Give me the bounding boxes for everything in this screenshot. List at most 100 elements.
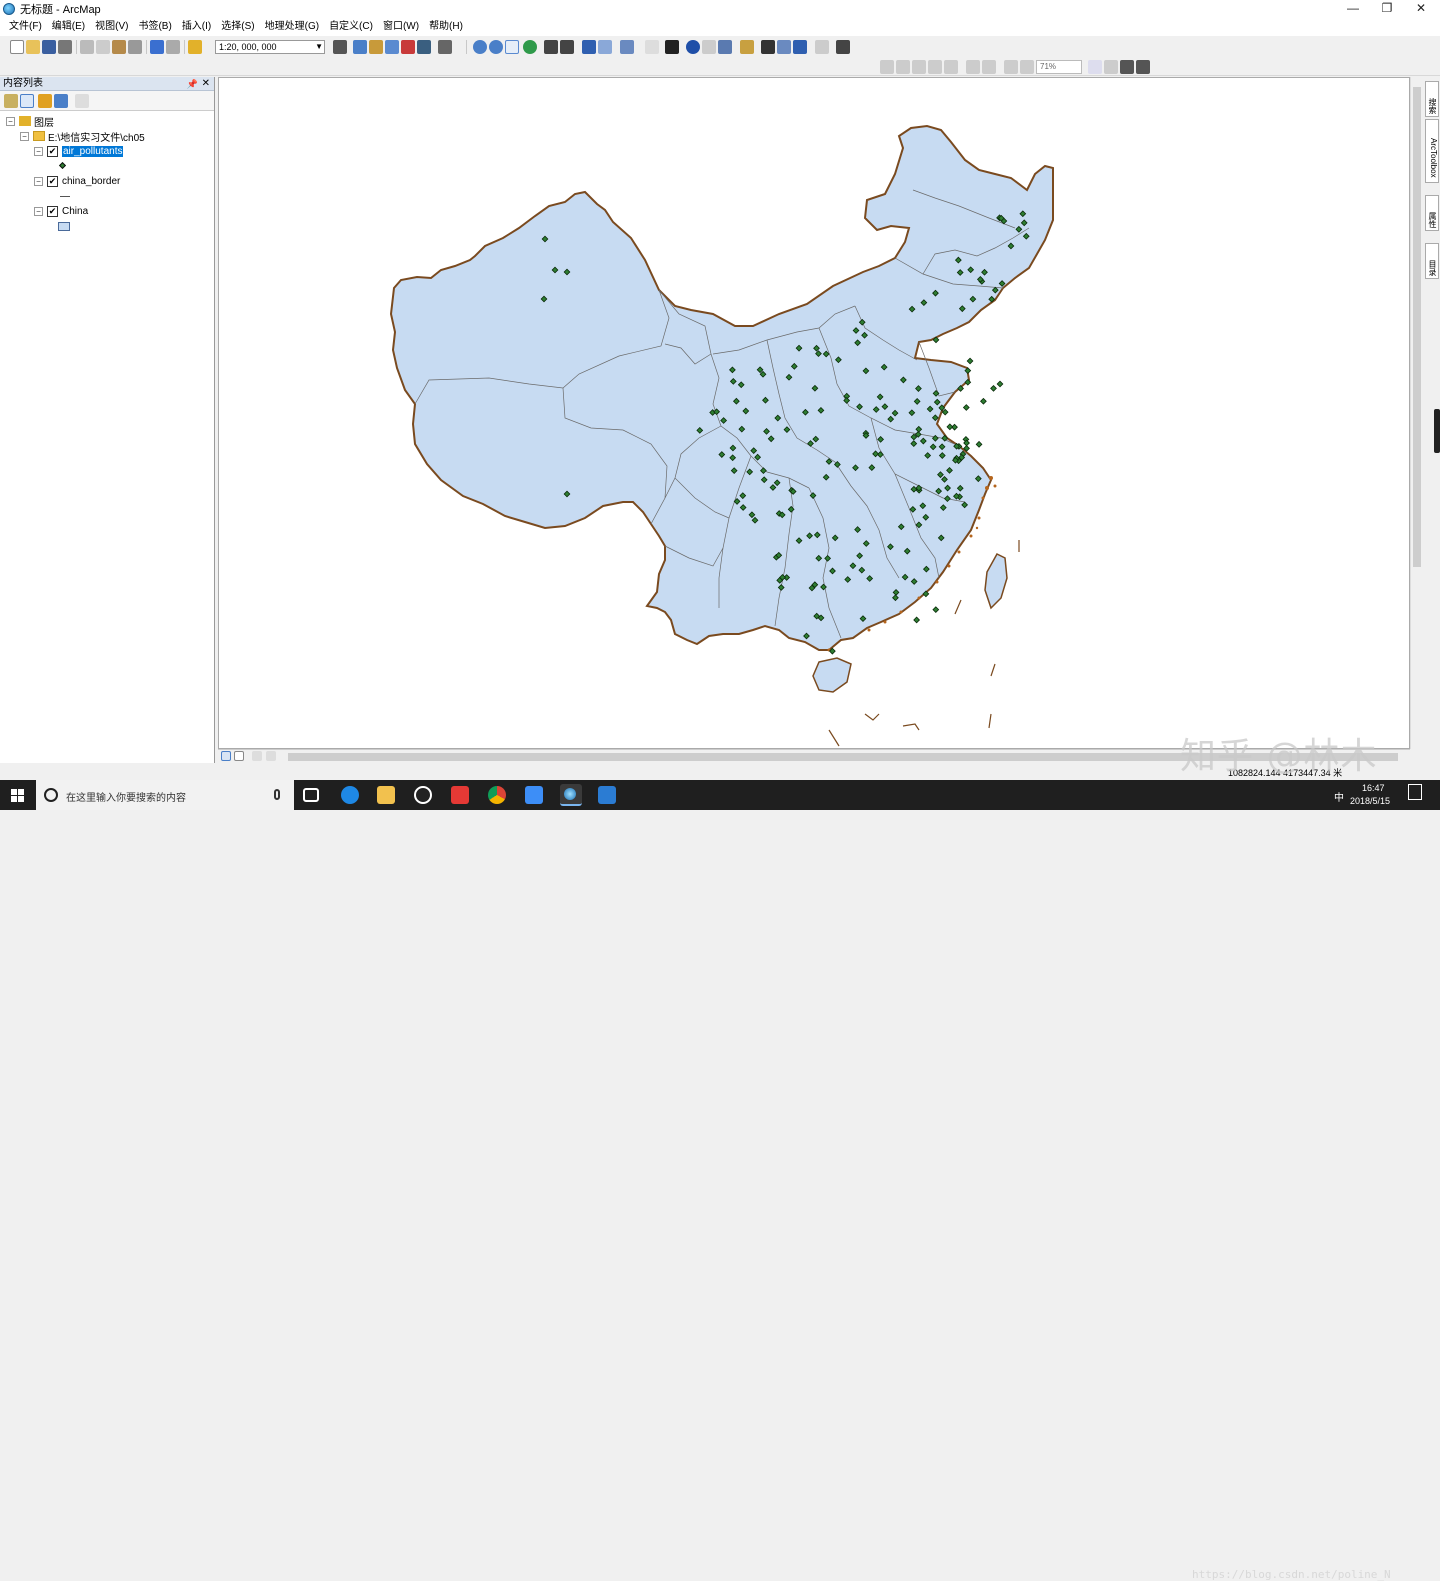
- layout-zoom-in-icon[interactable]: [880, 60, 894, 74]
- dock-tab-properties[interactable]: 属性: [1425, 195, 1439, 231]
- menu-insert[interactable]: 插入(I): [177, 18, 216, 36]
- layer-row-air-pollutants[interactable]: − ✔ air_pollutants: [34, 144, 124, 158]
- pause-drawing-icon[interactable]: [266, 751, 276, 761]
- collapse-icon[interactable]: −: [6, 116, 15, 126]
- collapse-icon[interactable]: −: [20, 131, 29, 141]
- monitoring-station-point[interactable]: [962, 404, 970, 411]
- paste-icon[interactable]: [112, 40, 126, 54]
- measure-icon[interactable]: [740, 40, 754, 54]
- list-by-selection-icon[interactable]: [54, 94, 68, 108]
- windows-start-icon[interactable]: [11, 789, 24, 802]
- identify-icon[interactable]: [686, 40, 700, 54]
- html-popup-icon[interactable]: [718, 40, 732, 54]
- zoom-100-icon[interactable]: [944, 60, 958, 74]
- ime-indicator[interactable]: 中: [1334, 789, 1344, 804]
- arctoolbox-icon[interactable]: [401, 40, 415, 54]
- refresh-icon[interactable]: [252, 751, 262, 761]
- close-button[interactable]: ✕: [1398, 0, 1440, 18]
- table-of-contents-icon[interactable]: [353, 40, 367, 54]
- menu-view[interactable]: 视图(V): [90, 18, 133, 36]
- time-slider-icon[interactable]: [815, 40, 829, 54]
- microphone-icon[interactable]: [274, 789, 280, 800]
- menu-customize[interactable]: 自定义(C): [324, 18, 378, 36]
- toc-options-icon[interactable]: [75, 94, 89, 108]
- monitoring-station-point[interactable]: [946, 423, 954, 431]
- data-view-icon[interactable]: [221, 751, 231, 761]
- layer-row-china-border[interactable]: − ✔ china_border: [34, 174, 120, 188]
- file-explorer-icon[interactable]: [377, 786, 395, 804]
- find-route-icon[interactable]: [777, 40, 791, 54]
- feishu-icon[interactable]: [525, 786, 543, 804]
- fixed-zoom-out-icon[interactable]: [560, 40, 574, 54]
- hainan-polygon[interactable]: [812, 657, 852, 693]
- side-grip[interactable]: [1434, 409, 1440, 453]
- map-canvas[interactable]: [219, 78, 1410, 749]
- monitoring-station-point[interactable]: [932, 606, 940, 613]
- model-builder-icon[interactable]: [438, 40, 452, 54]
- menu-edit[interactable]: 编辑(E): [47, 18, 90, 36]
- zoom-in-icon[interactable]: [473, 40, 487, 54]
- open-icon[interactable]: [26, 40, 40, 54]
- save-icon[interactable]: [42, 40, 56, 54]
- layer-visibility-checkbox[interactable]: ✔: [47, 205, 58, 217]
- monitoring-station-point[interactable]: [966, 357, 974, 365]
- delete-icon[interactable]: [128, 40, 142, 54]
- select-features-icon[interactable]: [620, 40, 634, 54]
- change-layout-icon[interactable]: [1120, 60, 1134, 74]
- pin-icon[interactable]: 📌: [187, 77, 198, 91]
- new-document-icon[interactable]: [10, 40, 24, 54]
- chevron-down-icon[interactable]: ▼: [315, 41, 323, 53]
- tree-root[interactable]: − 图层: [6, 114, 54, 129]
- pan-icon[interactable]: [505, 40, 519, 54]
- action-center-icon[interactable]: [1408, 784, 1422, 800]
- list-by-visibility-icon[interactable]: [38, 94, 52, 108]
- qq-icon[interactable]: [414, 786, 432, 804]
- edge-icon[interactable]: [341, 786, 359, 804]
- collapse-icon[interactable]: −: [34, 176, 43, 186]
- vertical-scroll-thumb[interactable]: [1413, 87, 1421, 567]
- zoom-out-icon[interactable]: [489, 40, 503, 54]
- go-to-xy-icon[interactable]: [793, 40, 807, 54]
- add-data-icon[interactable]: [188, 40, 202, 54]
- monitoring-station-point[interactable]: [975, 440, 983, 448]
- close-icon[interactable]: ✕: [202, 77, 210, 91]
- zoom-whole-page-icon[interactable]: [928, 60, 942, 74]
- taiwan-polygon[interactable]: [984, 553, 1008, 610]
- dock-tab-arctoolbox[interactable]: ArcToolbox: [1425, 119, 1439, 183]
- layout-pan-icon[interactable]: [912, 60, 926, 74]
- list-by-drawing-order-icon[interactable]: [4, 94, 18, 108]
- hyperlink-icon[interactable]: [702, 40, 716, 54]
- menu-file[interactable]: 文件(F): [4, 18, 47, 36]
- layout-view-icon[interactable]: [234, 751, 244, 761]
- fixed-zoom-in-icon[interactable]: [544, 40, 558, 54]
- previous-extent-icon[interactable]: [1004, 60, 1018, 74]
- editor-icon[interactable]: [333, 40, 347, 54]
- tree-folder[interactable]: − E:\地信实习文件\ch05: [20, 129, 145, 144]
- clock-date[interactable]: 2018/5/15: [1350, 796, 1390, 806]
- find-icon[interactable]: [761, 40, 775, 54]
- netease-music-icon[interactable]: [451, 786, 469, 804]
- cut-icon[interactable]: [80, 40, 94, 54]
- taskbar-search[interactable]: 在这里输入你要搜索的内容: [36, 780, 294, 810]
- data-driven-pages-icon[interactable]: [1136, 60, 1150, 74]
- full-extent-icon[interactable]: [523, 40, 537, 54]
- clear-selection-icon[interactable]: [645, 40, 659, 54]
- copy-icon[interactable]: [96, 40, 110, 54]
- catalog-icon[interactable]: [369, 40, 383, 54]
- fixed-layout-zoom-out-icon[interactable]: [982, 60, 996, 74]
- menu-help[interactable]: 帮助(H): [424, 18, 468, 36]
- focus-data-frame-icon[interactable]: [1104, 60, 1118, 74]
- collapse-icon[interactable]: −: [34, 146, 43, 156]
- create-viewer-icon[interactable]: [836, 40, 850, 54]
- layer-row-china[interactable]: − ✔ China: [34, 204, 88, 218]
- redo-icon[interactable]: [166, 40, 180, 54]
- back-extent-icon[interactable]: [582, 40, 596, 54]
- print-icon[interactable]: [58, 40, 72, 54]
- menu-bookmarks[interactable]: 书签(B): [133, 18, 176, 36]
- collapse-icon[interactable]: −: [34, 206, 43, 216]
- menu-windows[interactable]: 窗口(W): [378, 18, 424, 36]
- task-view-icon[interactable]: [303, 788, 319, 802]
- chrome-icon[interactable]: [488, 786, 506, 804]
- forward-extent-icon[interactable]: [598, 40, 612, 54]
- dock-tab-search[interactable]: 搜索: [1425, 81, 1439, 117]
